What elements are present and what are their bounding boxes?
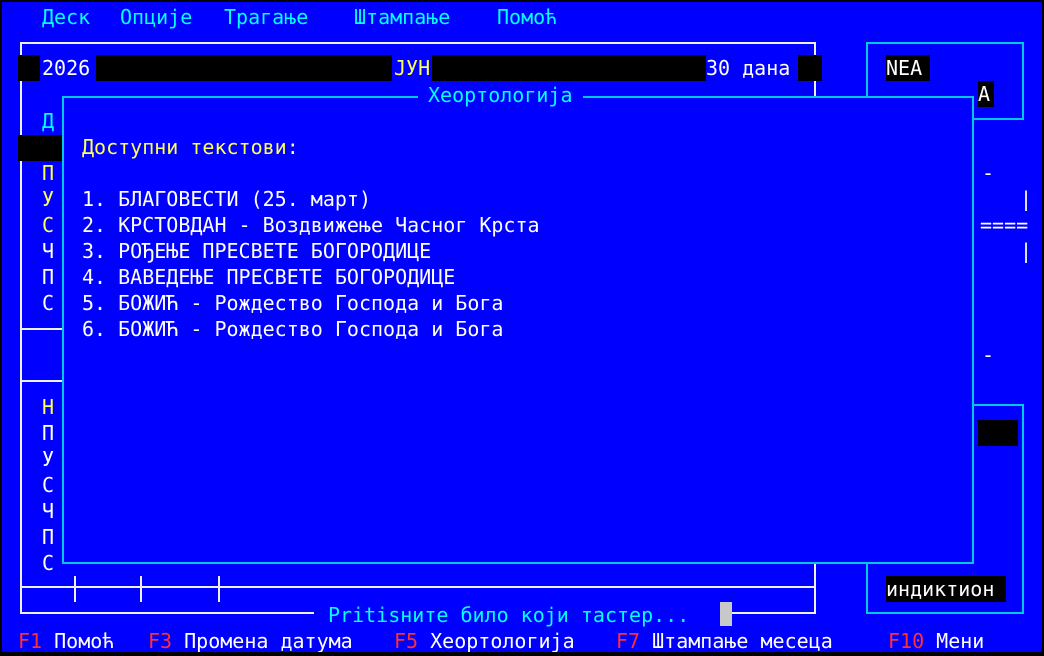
- day-label-bottom-0: Н: [42, 395, 55, 419]
- left-divider-1: [22, 328, 62, 330]
- a-label: А: [978, 81, 994, 107]
- status-f7[interactable]: F7 Штампање месеца: [616, 628, 833, 652]
- indiktion-label: индиктион: [886, 576, 1006, 602]
- dialog-heading: Доступни текстови:: [82, 135, 299, 159]
- dialog-item-2[interactable]: 2. КРСТОВДАН - Воздвижење Часног Крста: [82, 212, 540, 238]
- day-label-top-0: Д: [42, 109, 55, 133]
- screen: Деск Опције Трагање Штампање Помоћ 2026 …: [2, 2, 1042, 652]
- status-f3[interactable]: F3 Промена датума: [148, 628, 353, 652]
- right-mark-dash-1: -: [982, 161, 995, 185]
- day-label-bottom-4: Ч: [42, 499, 55, 523]
- day-label-top-1: П: [42, 161, 55, 185]
- left-black-bar: [18, 135, 62, 161]
- dialog-item-1[interactable]: 1. БЛАГОВЕСТИ (25. март): [82, 186, 371, 212]
- status-f10[interactable]: F10 Мени: [888, 628, 984, 652]
- days-label: 30 дана: [706, 56, 791, 80]
- press-any-key-prompt: Pritisните било који тастер...: [328, 603, 690, 627]
- menu-desk[interactable]: Деск: [42, 4, 90, 30]
- menu-help[interactable]: Помоћ: [497, 4, 557, 30]
- header-right-cap: [798, 55, 822, 81]
- dialog-item-6[interactable]: 6. БОЖИЋ - Рождество Господа и Бога: [82, 316, 503, 342]
- calendar-bottom-line-right: [724, 612, 816, 614]
- dialog-item-4[interactable]: 4. ВАВЕДЕЊЕ ПРЕСВЕТЕ БОГОРОДИЦЕ: [82, 264, 455, 290]
- day-label-top-4: Ч: [42, 239, 55, 263]
- right-mark-bar-2: |: [1020, 239, 1033, 263]
- day-label-bottom-2: У: [42, 447, 55, 471]
- dialog-item-5[interactable]: 5. БОЖИЋ - Рождество Господа и Бога: [82, 290, 503, 316]
- grid-tick-2: [140, 576, 142, 602]
- right-mark-bar-1: |: [1020, 187, 1033, 211]
- day-label-top-6: С: [42, 291, 55, 315]
- text-cursor: [720, 602, 732, 626]
- day-label-top-2: У: [42, 187, 55, 211]
- nea-label: NEA: [886, 55, 930, 81]
- day-label-bottom-5: П: [42, 525, 55, 549]
- day-label-bottom-3: С: [42, 473, 55, 497]
- menu-search[interactable]: Трагање: [224, 4, 308, 30]
- status-f5[interactable]: F5 Хеортологија: [394, 628, 575, 652]
- day-label-top-3: С: [42, 213, 55, 237]
- day-label-top-5: П: [42, 265, 55, 289]
- left-divider-2: [22, 380, 62, 382]
- calendar-bottom-line-left: [20, 612, 314, 614]
- menu-print[interactable]: Штампање: [354, 4, 450, 30]
- month-label: ЈУН: [394, 56, 431, 80]
- day-label-bottom-6: С: [42, 551, 55, 575]
- header-left-cap: [18, 55, 40, 81]
- right-mark-double: ====: [980, 213, 1029, 237]
- menu-options[interactable]: Опције: [120, 4, 192, 30]
- dialog-item-3[interactable]: 3. РОЂЕЊЕ ПРЕСВЕТЕ БОГОРОДИЦЕ: [82, 238, 431, 264]
- status-f1[interactable]: F1 Помоћ: [18, 628, 114, 652]
- dialog-title: Хеортологија: [418, 82, 583, 108]
- grid-tick-1: [74, 576, 76, 602]
- year-label: 2026: [42, 56, 91, 80]
- header-fill-2: [432, 55, 706, 81]
- grid-tick-3: [218, 576, 220, 602]
- right-mark-dash-2: -: [982, 343, 995, 367]
- day-label-bottom-1: П: [42, 421, 55, 445]
- right-black-block: [978, 420, 1018, 446]
- header-fill-1: [96, 55, 392, 81]
